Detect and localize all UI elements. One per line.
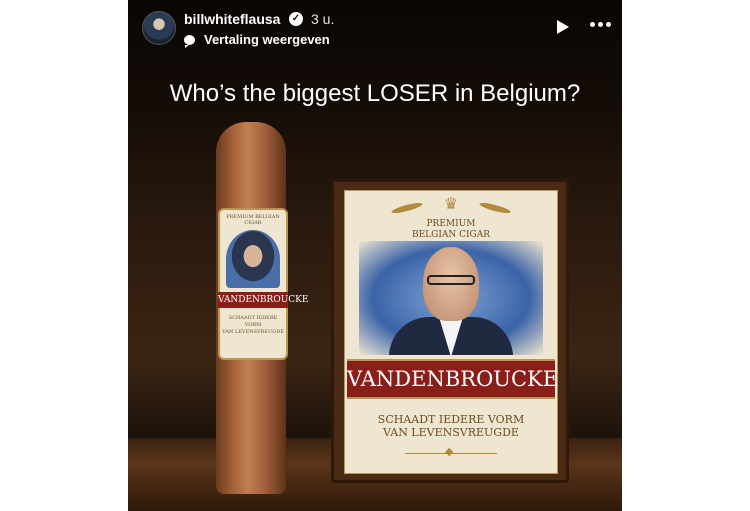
crown-icon: ♛: [443, 196, 459, 213]
box-portrait-image: [359, 241, 543, 355]
band-slogan-line2: VAN LEVENSVREUGDE: [222, 329, 284, 335]
band-portrait-image: [226, 230, 280, 288]
avatar[interactable]: [142, 11, 176, 45]
story-viewer[interactable]: billwhiteflausa ✓ 3 u. Vertaling weergev…: [128, 0, 622, 511]
band-slogan: SCHAADT IEDERE VORM VAN LEVENSVREUGDE: [220, 315, 286, 336]
box-name-banner: VANDENBROUCKE: [347, 359, 558, 399]
premium-text: PREMIUM BELGIAN CIGAR: [345, 219, 557, 241]
more-options-icon[interactable]: [590, 22, 612, 30]
cigar-band: PREMIUM BELGIAN CIGAR VANDENBROUCKE SCHA…: [218, 208, 308, 360]
story-header: billwhiteflausa ✓ 3 u. Vertaling weergev…: [128, 0, 622, 60]
play-icon[interactable]: [557, 20, 569, 34]
verified-badge-icon: ✓: [289, 12, 303, 26]
band-slogan-line1: SCHAADT IEDERE VORM: [228, 315, 278, 328]
post-time: 3 u.: [311, 11, 335, 27]
box-slogan: SCHAADT IEDERE VORM VAN LEVENSVREUGDE: [345, 413, 557, 439]
cigar-box-image: ♛ PREMIUM BELGIAN CIGAR VANDENBROUCKE SC…: [331, 179, 569, 483]
premium-line2: BELGIAN CIGAR: [411, 230, 491, 240]
band-name: VANDENBROUCKE: [218, 292, 308, 308]
username[interactable]: billwhiteflausa: [184, 11, 280, 27]
post-headline: Who’s the biggest LOSER in Belgium?: [169, 80, 581, 107]
band-top-text: PREMIUM BELGIAN CIGAR: [226, 214, 280, 226]
premium-line1: PREMIUM: [426, 219, 476, 229]
box-slogan-line2: VAN LEVENSVREUGDE: [383, 426, 519, 439]
ornament-divider: [405, 445, 497, 460]
laurel-left-icon: [390, 200, 424, 216]
translate-label: Vertaling weergeven: [204, 32, 330, 47]
box-label: ♛ PREMIUM BELGIAN CIGAR VANDENBROUCKE SC…: [344, 190, 558, 474]
laurel-right-icon: [478, 200, 512, 216]
portrait-glasses: [427, 275, 475, 285]
speech-bubble-icon: [184, 35, 195, 48]
box-slogan-line1: SCHAADT IEDERE VORM: [377, 413, 525, 426]
